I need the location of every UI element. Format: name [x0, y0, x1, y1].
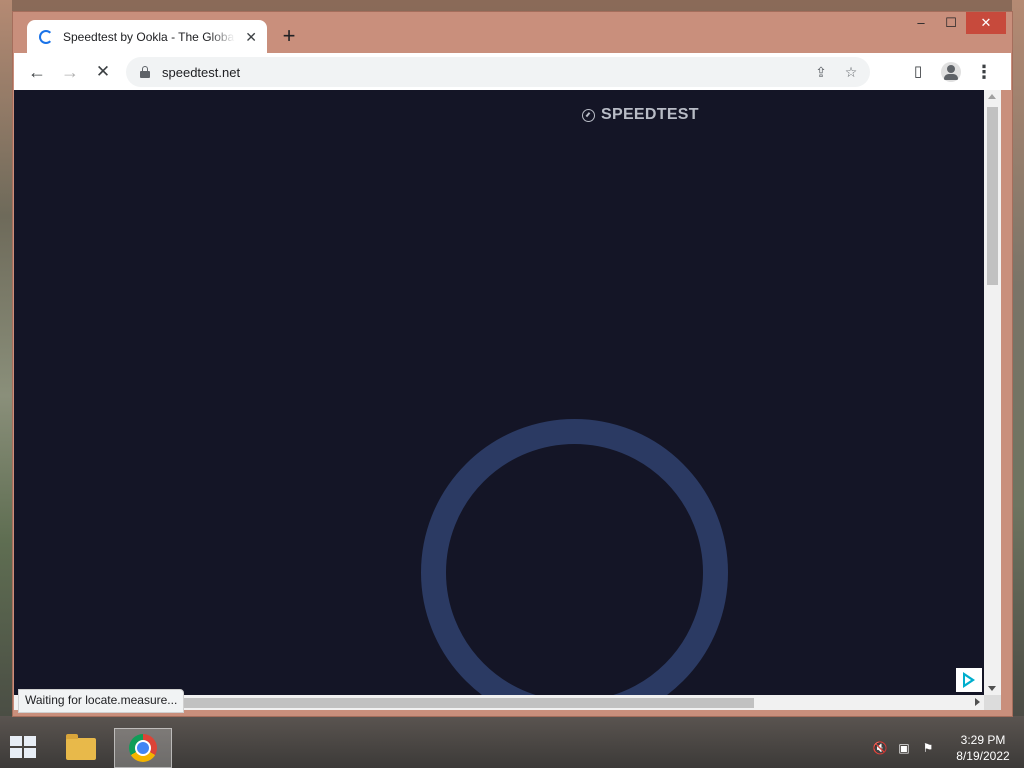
scroll-right-arrow-icon[interactable] — [975, 698, 980, 706]
speedtest-logo[interactable]: SPEEDTEST — [582, 106, 699, 124]
tab-close-button[interactable]: ✕ — [245, 29, 257, 46]
vertical-scroll-thumb[interactable] — [987, 107, 998, 285]
desktop-background-right — [1012, 0, 1024, 720]
address-bar[interactable]: speedtest.net ⇪ ☆ — [126, 57, 870, 87]
desktop-background-left — [0, 0, 12, 720]
new-tab-button[interactable]: + — [277, 24, 301, 48]
chrome-icon — [129, 734, 157, 762]
profile-button[interactable] — [938, 59, 964, 85]
url-text[interactable]: speedtest.net — [162, 65, 240, 80]
system-tray: 🔇 ▣ ⚑ — [872, 740, 936, 756]
back-button[interactable]: ← — [24, 59, 50, 85]
clock-date: 8/19/2022 — [956, 749, 1010, 763]
clock[interactable]: 3:29 PM 8/19/2022 — [950, 732, 1016, 764]
lock-icon[interactable] — [140, 66, 150, 78]
tab-speedtest[interactable]: Speedtest by Ookla - The Global Broadban… — [27, 20, 267, 54]
stop-loading-button[interactable]: ✕ — [90, 59, 116, 85]
minimize-button[interactable]: – — [906, 12, 936, 34]
tab-title: Speedtest by Ookla - The Global Broadban… — [63, 30, 235, 44]
folder-icon — [66, 734, 96, 760]
forward-button[interactable]: → — [57, 59, 83, 85]
clock-time: 3:29 PM — [960, 733, 1006, 747]
browser-window: Speedtest by Ookla - The Global Broadban… — [12, 11, 1013, 717]
volume-muted-icon[interactable]: 🔇 — [872, 740, 888, 756]
file-explorer-button[interactable] — [62, 732, 98, 764]
horizontal-scroll-thumb[interactable] — [174, 698, 754, 708]
speedometer-icon — [582, 108, 595, 122]
scroll-down-arrow-icon[interactable] — [988, 686, 996, 691]
status-bubble: Waiting for locate.measure... — [18, 689, 185, 713]
bookmark-star-icon[interactable]: ☆ — [840, 62, 862, 82]
scrollbar-corner — [984, 695, 1001, 710]
profile-avatar-icon — [941, 62, 961, 82]
side-panel-button[interactable]: ▯ — [905, 59, 931, 85]
loading-ring — [421, 419, 728, 695]
action-center-flag-icon[interactable]: ⚑ — [920, 740, 936, 756]
close-window-button[interactable]: ✕ — [966, 12, 1006, 34]
start-button[interactable] — [10, 736, 38, 760]
chrome-taskbar-button[interactable] — [114, 728, 172, 768]
share-icon[interactable]: ⇪ — [810, 62, 832, 82]
taskbar: 🔇 ▣ ⚑ 3:29 PM 8/19/2022 — [0, 724, 1024, 768]
network-icon[interactable]: ▣ — [896, 740, 912, 756]
vertical-scrollbar[interactable] — [984, 90, 1001, 695]
page-content: SPEEDTEST — [14, 90, 984, 695]
scroll-up-arrow-icon[interactable] — [988, 94, 996, 99]
browser-toolbar: ← → ✕ speedtest.net ⇪ ☆ ▯ ⋮ — [14, 53, 1011, 90]
tab-strip: Speedtest by Ookla - The Global Broadban… — [13, 12, 1012, 54]
adchoices-icon[interactable] — [956, 668, 982, 692]
brand-text: SPEEDTEST — [601, 106, 699, 123]
maximize-button[interactable]: ☐ — [936, 12, 966, 34]
loading-spinner-icon — [39, 30, 53, 44]
browser-menu-button[interactable]: ⋮ — [971, 59, 997, 85]
